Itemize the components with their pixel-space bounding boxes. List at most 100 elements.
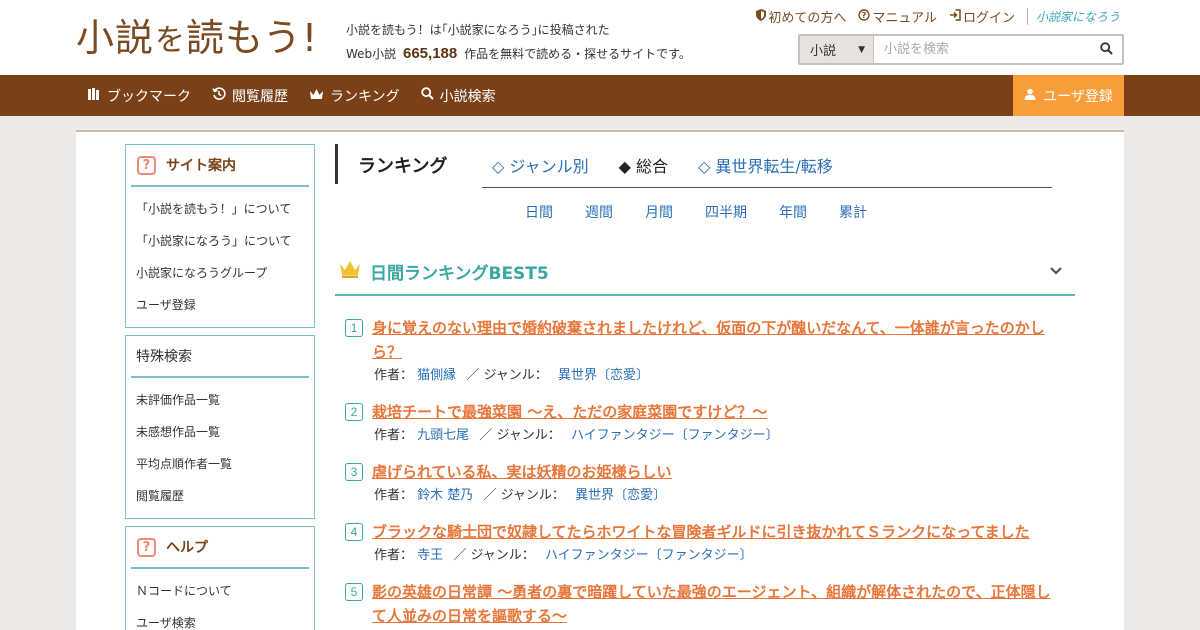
main-nav: ブックマーク 閲覧履歴 ランキング 小説検索 ユーザ登録 — [0, 75, 1200, 116]
ranking-list: 1 身に覚えのない理由で婚約破棄されましたけれど、仮面の下が醜いだなんて、一体誰… — [345, 316, 1055, 630]
novel-title-link[interactable]: 虐げられている私、実は妖精のお姫様らしい — [372, 460, 672, 484]
sidebox-site-guide-title-text: サイト案内 — [166, 158, 236, 174]
nav-history[interactable]: 閲覧履歴 — [212, 86, 288, 106]
beginners-link[interactable]: 初めての方へ — [756, 7, 846, 26]
search-submit-button[interactable] — [1090, 36, 1122, 63]
content-area: ? サイト案内 「小説を読もう！」について 「小説家になろう」について 小説家に… — [76, 130, 1124, 630]
user-register-button[interactable]: ユーザ登録 — [1013, 75, 1124, 116]
sidebar-item-group[interactable]: 小説家になろうグループ — [136, 257, 314, 289]
tab-isekai[interactable]: ◇ 異世界転生/転移 — [698, 153, 833, 177]
ranking-section-header[interactable]: 日間ランキングBEST5 — [335, 244, 1075, 296]
logo-part-3: 読もう! — [186, 16, 319, 60]
shield-icon — [756, 9, 767, 24]
search-category-value: 小説 — [810, 44, 837, 59]
dropdown-arrow-icon: ▼ — [858, 44, 865, 55]
sidebox-help: ? ヘルプ Ｎコードについて ユーザ検索 — [125, 526, 315, 630]
period-yearly[interactable]: 年間 — [779, 202, 807, 222]
nav-ranking-label: ランキング — [330, 88, 400, 105]
ranking-item: 3 虐げられている私、実は妖精のお姫様らしい 作者： 鈴木 楚乃 ／ ジャンル：… — [345, 460, 1055, 508]
rank-badge: 2 — [345, 403, 363, 421]
rank-badge: 4 — [345, 523, 363, 541]
sidebar-item-avg-authors[interactable]: 平均点順作者一覧 — [136, 448, 314, 480]
tagline-line1: 小説を読もう！は｢小説家になろう｣に投稿された — [346, 23, 610, 37]
period-links: 日間 週間 月間 四半期 年間 累計 — [525, 202, 867, 222]
genre-link[interactable]: ハイファンタジー〔ファンタジー〕 — [545, 548, 753, 563]
sidebar-item-no-review[interactable]: 未感想作品一覧 — [136, 416, 314, 448]
sidebar-item-unrated[interactable]: 未評価作品一覧 — [136, 384, 314, 416]
period-quarterly[interactable]: 四半期 — [705, 202, 747, 222]
author-label: 作者： — [374, 548, 414, 563]
genre-label: ／ ジャンル： — [483, 488, 565, 503]
sidebox-help-title: ? ヘルプ — [131, 527, 309, 569]
period-total[interactable]: 累計 — [839, 202, 867, 222]
page-title: ランキング — [358, 156, 448, 177]
genre-link[interactable]: ハイファンタジー〔ファンタジー〕 — [571, 428, 779, 443]
books-icon — [88, 87, 101, 104]
nav-history-label: 閲覧履歴 — [232, 88, 288, 105]
ranking-item-title-row: 1 身に覚えのない理由で婚約破棄されましたけれど、仮面の下が醜いだなんて、一体誰… — [345, 316, 1055, 364]
ranking-item: 2 栽培チートで最強菜園 ～え、ただの家庭菜園ですけど？～ 作者： 九頭七尾 ／… — [345, 400, 1055, 448]
author-link[interactable]: 九頭七尾 — [417, 428, 469, 443]
crown-icon — [309, 88, 324, 104]
nav-ranking[interactable]: ランキング — [309, 86, 400, 106]
novel-title-link[interactable]: 影の英雄の日常譚 ～勇者の裏で暗躍していた最強のエージェント、組織が解体されたの… — [372, 583, 1051, 625]
sidebox-special-search-list: 未評価作品一覧 未感想作品一覧 平均点順作者一覧 閲覧履歴 — [126, 378, 314, 518]
crown-icon — [339, 260, 361, 282]
genre-label: ／ ジャンル： — [453, 548, 535, 563]
ranking-section-title: 日間ランキングBEST5 — [370, 264, 549, 284]
ranking-item-meta: 作者： 猫側縁 ／ ジャンル： 異世界〔恋愛〕 — [345, 364, 1055, 388]
novel-title-link[interactable]: 栽培チートで最強菜園 ～え、ただの家庭菜園ですけど？～ — [372, 400, 767, 424]
login-icon — [949, 9, 961, 24]
logo-part-1: 小説 — [76, 16, 155, 60]
nav-bookmark[interactable]: ブックマーク — [88, 86, 191, 106]
rank-badge: 1 — [345, 319, 363, 337]
sidebar-item-history[interactable]: 閲覧履歴 — [136, 480, 314, 512]
genre-link[interactable]: 異世界〔恋愛〕 — [558, 368, 649, 383]
user-register-label: ユーザ登録 — [1043, 88, 1113, 105]
beginners-link-label: 初めての方へ — [768, 11, 847, 26]
search-input[interactable] — [874, 36, 1090, 63]
nav-bookmark-label: ブックマーク — [107, 88, 191, 105]
chevron-down-icon[interactable] — [1049, 261, 1063, 280]
sidebar-item-register[interactable]: ユーザ登録 — [136, 289, 314, 321]
sidebar-item-about-yomou[interactable]: 「小説を読もう！」について — [136, 193, 314, 225]
novel-title-link[interactable]: 身に覚えのない理由で婚約破棄されましたけれど、仮面の下が醜いだなんて、一体誰が言… — [372, 319, 1045, 361]
syosetu-brand-link[interactable]: 小説家になろう — [1026, 8, 1120, 25]
period-weekly[interactable]: 週間 — [585, 202, 613, 222]
login-link[interactable]: ログイン — [949, 7, 1015, 26]
author-link[interactable]: 鈴木 楚乃 — [417, 488, 473, 503]
novel-title-link[interactable]: ブラックな騎士団で奴隷してたらホワイトな冒険者ギルドに引き抜かれてＳランクになっ… — [372, 520, 1030, 544]
logo-part-2: を — [155, 23, 186, 58]
nav-search-label: 小説検索 — [439, 88, 496, 105]
search-icon — [420, 87, 434, 104]
sidebox-help-list: Ｎコードについて ユーザ検索 — [126, 569, 314, 630]
author-link[interactable]: 寺王 — [417, 548, 443, 563]
search-box: 小説 ▼ — [798, 34, 1124, 65]
tab-overall[interactable]: ◆ 総合 — [619, 153, 668, 177]
search-category-select[interactable]: 小説 ▼ — [800, 36, 874, 63]
site-logo[interactable]: 小説 を 読もう! — [76, 14, 318, 62]
tagline-suffix: 作品を無料で読める・探せるサイトです。 — [464, 47, 691, 61]
ranking-item-title-row: 5 影の英雄の日常譚 ～勇者の裏で暗躍していた最強のエージェント、組織が解体され… — [345, 580, 1055, 628]
question-icon: ? — [137, 155, 156, 175]
genre-label: ／ ジャンル： — [479, 428, 561, 443]
author-link[interactable]: 猫側縁 — [417, 368, 456, 383]
work-count: 665,188 — [403, 45, 458, 62]
header-links: 初めての方へ ? マニュアル ログイン 小説家になろう — [756, 7, 1120, 26]
tab-genre[interactable]: ◇ ジャンル別 — [492, 153, 589, 177]
ranking-item-title-row: 4 ブラックな騎士団で奴隷してたらホワイトな冒険者ギルドに引き抜かれてＳランクに… — [345, 520, 1055, 544]
sidebox-site-guide-list: 「小説を読もう！」について 「小説家になろう」について 小説家になろうグループ … — [126, 187, 314, 327]
nav-search[interactable]: 小説検索 — [420, 86, 496, 106]
sidebar-item-user-search[interactable]: ユーザ検索 — [136, 607, 314, 630]
genre-link[interactable]: 異世界〔恋愛〕 — [575, 488, 666, 503]
sidebar-item-ncode[interactable]: Ｎコードについて — [136, 575, 314, 607]
period-monthly[interactable]: 月間 — [645, 202, 673, 222]
genre-label: ／ ジャンル： — [466, 368, 548, 383]
site-header: 小説 を 読もう! 小説を読もう！は｢小説家になろう｣に投稿された Web小説 … — [0, 0, 1200, 75]
sidebox-special-search-title: 特殊検索 — [131, 336, 309, 378]
sidebox-site-guide-title: ? サイト案内 — [131, 145, 309, 187]
period-daily[interactable]: 日間 — [525, 202, 553, 222]
manual-link[interactable]: ? マニュアル — [858, 7, 937, 26]
sidebar-item-about-narou[interactable]: 「小説家になろう」について — [136, 225, 314, 257]
history-icon — [212, 86, 226, 105]
